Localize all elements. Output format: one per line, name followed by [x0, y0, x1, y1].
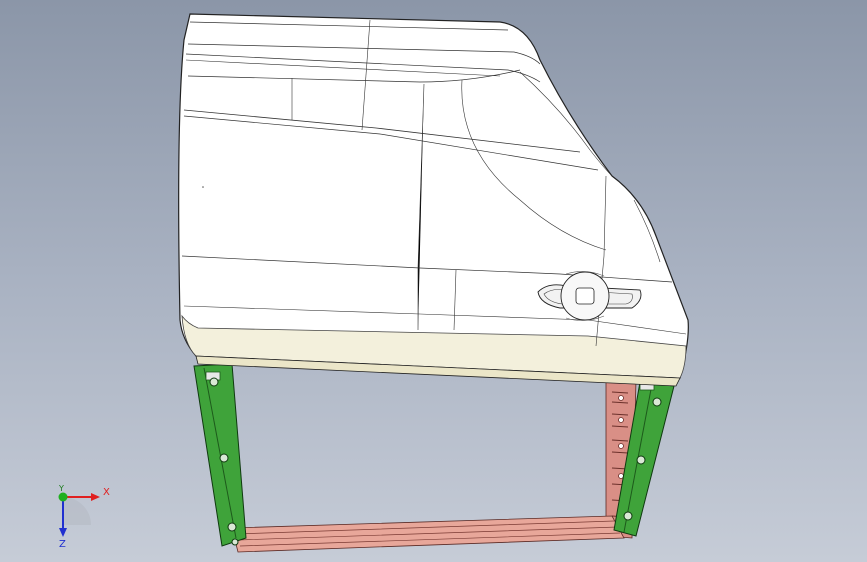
- bottom-rail: [231, 515, 625, 553]
- z-axis-label: Z: [59, 539, 66, 550]
- x-axis-label: X: [103, 487, 110, 498]
- y-axis-label: Y: [59, 484, 64, 493]
- left-bracket: [193, 363, 247, 547]
- door-panel: [178, 13, 689, 387]
- door-model[interactable]: [0, 0, 867, 562]
- coordinate-triad: [58, 492, 100, 537]
- speck: [202, 186, 204, 188]
- cad-viewport[interactable]: X Y Z: [0, 0, 867, 562]
